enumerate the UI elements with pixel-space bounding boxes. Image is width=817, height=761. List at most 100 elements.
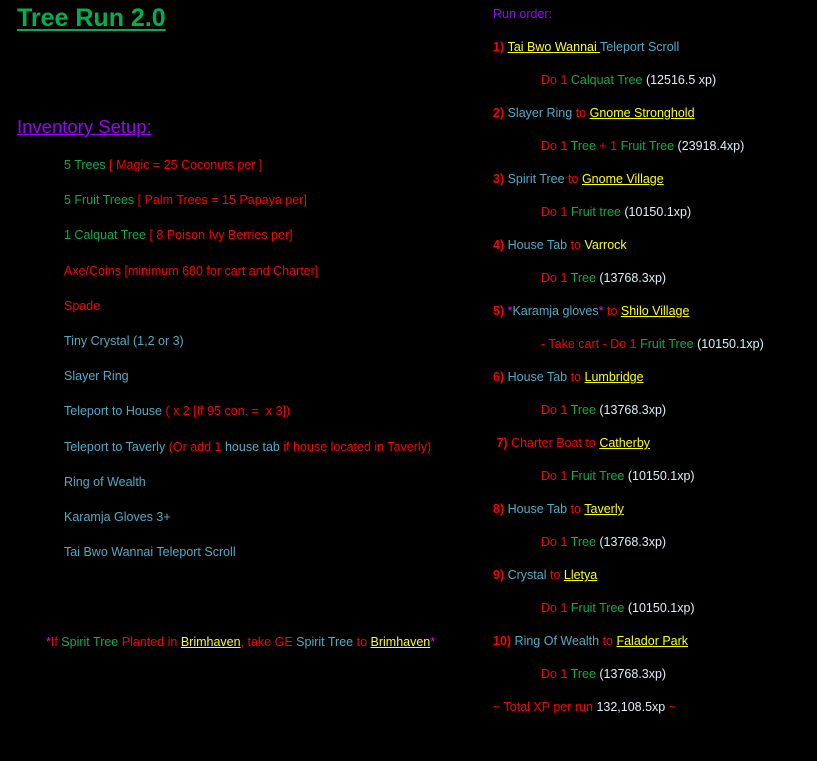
text-segment: Tiny Crystal (1,2 or 3) [64,333,184,348]
text-segment: to [603,303,621,318]
brimhaven-footnote: *If Spirit Tree Planted in Brimhaven, ta… [46,632,435,652]
run-step: 5) *Karamja gloves* to Shilo Village [493,295,764,328]
text-segment: Do 1 [541,72,571,87]
text-segment: Varrock [584,237,627,252]
location-link: Gnome Village [581,171,664,186]
step-detail: Do 1 Tree + 1 Fruit Tree (23918.4xp) [493,130,764,163]
location-link: Catherby [599,436,651,451]
text-segment: (12516.5 xp) [645,72,717,87]
text-segment: 1 Calquat Tree [64,228,150,243]
text-segment: Fruit Tree [570,601,628,616]
step-detail: Do 1 Fruit tree (10150.1xp) [493,196,764,229]
text-segment: Slayer Ring [64,369,129,384]
text-segment: (Or add 1 [168,439,225,454]
text-segment: 5 Trees [64,158,110,172]
inventory-item: 5 Trees [ Magic = 25 Coconuts per ] [64,148,431,183]
text-segment: Karamja gloves [512,303,599,318]
text-segment: Do 1 [541,601,571,616]
text-segment: 9) [493,568,508,583]
text-segment: (13768.3xp) [599,667,667,682]
run-order-list: Run order: 1) Tai Bwo Wannai Teleport Scr… [493,0,764,725]
text-segment: to [570,237,585,252]
text-segment: (23918.4xp) [677,138,745,153]
run-step: 6) House Tab to Lumbridge [493,361,764,394]
location-link: Brimhaven [370,635,431,649]
run-step: 8) House Tab to Taverly [493,493,764,526]
step-detail: Do 1 Fruit Tree (10150.1xp) [493,460,764,493]
inventory-list: 5 Trees [ Magic = 25 Coconuts per ] 5 Fru… [64,148,431,570]
step-detail: Do 1 Tree (13768.3xp) [493,262,764,295]
text-segment: Teleport to Taverly [64,439,169,454]
run-step: 2) Slayer Ring to Gnome Stronghold [493,97,764,130]
text-segment: (10150.1xp) [627,469,695,484]
text-segment: Ring of Wealth [64,474,146,489]
text-segment: to [568,171,582,186]
text-segment: to [575,105,590,120]
text-segment: Ring Of Wealth [514,634,603,649]
text-segment: If [50,635,62,649]
step-detail: - Take cart - Do 1 Fruit Tree (10150.1xp… [493,328,764,361]
text-segment: (13768.3xp) [599,403,667,418]
text-segment: to [570,502,585,517]
text-segment: Fruit Tree [640,336,698,351]
text-segment: Karamja Gloves 3+ [64,509,171,524]
text-segment: to [549,568,564,583]
text-segment: [ Magic = 25 Coconuts per ] [109,158,263,172]
location-link: Falador Park [616,634,689,649]
text-segment: to [356,635,371,649]
location-link: Taverly [584,502,624,517]
inventory-item: Axe/Coins [minimum 680 for cart and Char… [64,254,431,289]
text-segment: (10150.1xp) [627,601,695,616]
text-segment: [ Palm Trees = 15 Papaya per] [137,193,307,208]
text-segment: Fruit Tree [620,138,678,153]
text-segment: Do 1 [541,204,571,219]
run-step: 3) Spirit Tree to Gnome Village [493,163,764,196]
text-segment: Teleport Scroll [600,39,680,54]
inventory-item: Karamja Gloves 3+ [64,500,431,535]
text-segment: - Take cart - Do 1 [541,336,641,351]
text-segment: Tree [570,535,600,550]
inventory-item: Teleport to Taverly (Or add 1 house tab … [64,430,431,465]
step-detail: Do 1 Calquat Tree (12516.5 xp) [493,64,764,97]
text-segment: + 1 [599,138,621,153]
text-segment: 10) [493,634,515,649]
text-segment: 8) [493,502,508,517]
location-link: Brimhaven [180,635,241,649]
text-segment: Calquat Tree [570,72,646,87]
run-step: 1) Tai Bwo Wannai Teleport Scroll [493,31,764,64]
text-segment: Tree [570,270,600,285]
run-order-heading: Run order: [493,0,764,31]
total-xp: ~ Total XP per run 132,108.5xp ~ [493,691,764,724]
text-segment: [ 8 Poison Ivy Berries per] [149,228,293,243]
text-segment: Planted in [121,635,181,649]
text-segment: Spade [64,298,101,313]
step-detail: Do 1 Tree (13768.3xp) [493,526,764,559]
text-segment: Slayer Ring [507,105,576,120]
text-segment: (10150.1xp) [697,336,764,351]
inventory-item: Tai Bwo Wannai Teleport Scroll [64,535,431,570]
text-segment: Spirit Tree [61,635,122,649]
inventory-item: Teleport to House ( x 2 [If 95 con. = x … [64,394,431,429]
text-segment: 6) [493,370,508,385]
text-segment: Tai Bwo Wannai Teleport Scroll [64,545,236,560]
text-segment: Axe/Coins [minimum 680 for cart and Char… [64,263,319,278]
inventory-item: Spade [64,289,431,324]
text-segment: Fruit Tree [570,469,628,484]
run-step: 7) Charter Boat to Catherby [493,427,764,460]
text-segment: 2) [493,105,508,120]
inventory-item: Tiny Crystal (1,2 or 3) [64,324,431,359]
text-segment: 3) [493,171,508,186]
text-segment: 1) [493,39,508,54]
inventory-item: Ring of Wealth [64,465,431,500]
text-segment: Fruit tree [570,204,625,219]
text-segment: Do 1 [541,469,571,484]
text-segment: Crystal [507,568,550,583]
step-detail: Do 1 Fruit Tree (10150.1xp) [493,592,764,625]
text-segment: to [570,370,585,385]
location-link: Lumbridge [584,370,644,385]
location-link: Shilo Village [620,303,690,318]
location-link: Gnome Stronghold [589,105,695,120]
text-segment: ~ Total XP per run [493,700,597,715]
text-segment: Do 1 [541,403,571,418]
text-segment: (13768.3xp) [599,270,667,285]
